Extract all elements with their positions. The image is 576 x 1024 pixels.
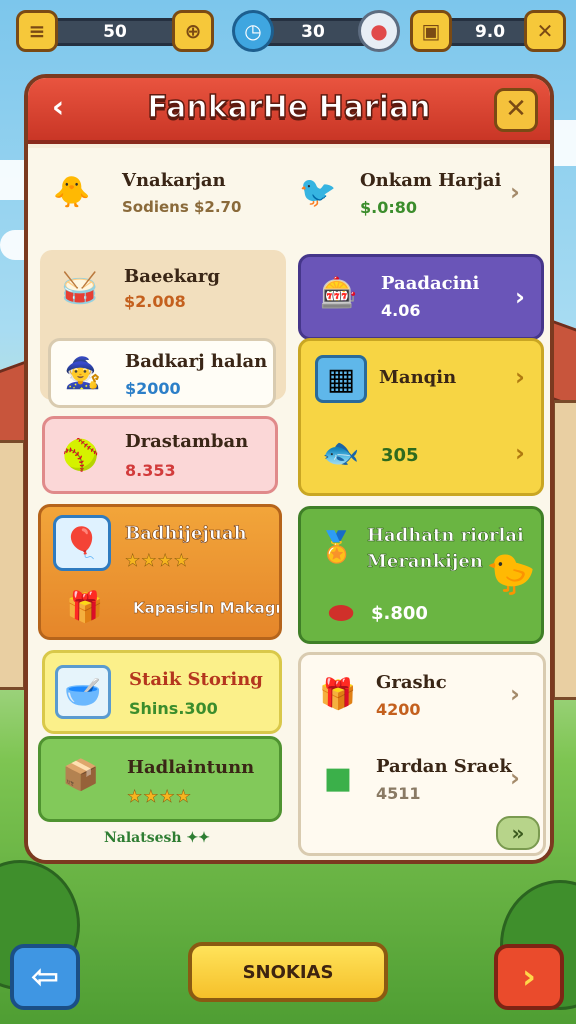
chevron-right-icon: › xyxy=(510,680,520,708)
chest-icon[interactable]: ▣ xyxy=(410,10,452,52)
item-price: 4.06 xyxy=(381,301,421,320)
rating-stars: ★★★★ xyxy=(125,551,190,572)
present-icon: 🎁 xyxy=(319,676,357,712)
panel-content: 🐥 Vnakarjan Sodiens $2.70 🐦 Onkam Harjai… xyxy=(28,148,550,860)
hat-icon: 🧙 xyxy=(64,355,102,391)
item-title: Hadhatn riorlai xyxy=(367,525,524,547)
item-price: Sodiens $2.70 xyxy=(122,198,242,216)
arrow-right-icon: › xyxy=(521,957,536,997)
footer-text: Nalatsesh ✦✦ xyxy=(104,830,210,846)
chevron-right-icon: › xyxy=(510,178,520,206)
item-title: Badhijejuah xyxy=(125,523,247,545)
item-price: $.0:80 xyxy=(360,198,418,217)
featured-offer-orange[interactable]: 🎈 Badhijejuah ★★★★ 🎁 Kapasisln Makagn xyxy=(38,504,282,640)
rating-stars: ★★★★ xyxy=(127,787,192,808)
item-price: 8.353 xyxy=(125,461,176,480)
gold-count: 9.0 xyxy=(474,22,506,42)
gift-icon: 🎁 xyxy=(66,589,104,625)
menu-icon[interactable]: ≡ xyxy=(16,10,58,52)
item-title: Hadlaintunn xyxy=(127,757,255,778)
pin-icon[interactable]: ● xyxy=(358,10,400,52)
center-action-label: SNOKIAS xyxy=(242,961,334,983)
item-title: Manqin xyxy=(379,367,457,388)
chevron-right-icon: › xyxy=(515,283,525,311)
list-item[interactable]: ▦ Manqin › 🐟 305 › xyxy=(298,338,544,496)
item-price: 4511 xyxy=(376,784,421,803)
close-icon[interactable]: ✕ xyxy=(524,10,566,52)
creature-icon: 🐟 xyxy=(322,435,360,471)
balloon-icon: 🎈 xyxy=(53,515,111,571)
machine-icon: 🎰 xyxy=(320,275,358,311)
list-item[interactable]: 🥣 Staik Storing Shins.300 xyxy=(42,650,282,734)
box-icon: ▦ xyxy=(315,355,367,403)
arrow-left-icon: ⇦ xyxy=(30,957,60,997)
chevron-right-icon: › xyxy=(515,363,525,391)
chevron-right-icon: › xyxy=(510,764,520,792)
featured-offer-green[interactable]: 🏅 Hadhatn riorlai Merankijen ⬬ $.800 🐤 xyxy=(298,506,544,644)
cube-icon: ■ xyxy=(323,760,353,796)
item-price: 305 xyxy=(381,445,419,466)
currency-hud: 50 ≡ ⊕ 30 ◷ ● 9.0 ▣ ✕ xyxy=(0,10,576,54)
bird-icon: 🐦 xyxy=(299,174,337,210)
list-item[interactable]: 🧙 Badkarj halan $2000 xyxy=(48,338,276,408)
list-item[interactable]: ■ Pardan Sraek 4511 › xyxy=(304,742,540,818)
badge-icon: 🏅 xyxy=(318,529,356,565)
item-price: Shins.300 xyxy=(129,699,218,718)
add-icon[interactable]: ⊕ xyxy=(172,10,214,52)
chevron-right-icon: › xyxy=(515,439,525,467)
crate-icon: 📦 xyxy=(62,757,100,793)
list-item[interactable]: 🥁 Baeekarg $2.008 xyxy=(48,256,274,320)
daily-panel: ‹ FankarHe Harian ✕ 🐥 Vnakarjan Sodiens … xyxy=(24,74,554,864)
panel-close-button[interactable]: ✕ xyxy=(494,88,538,132)
list-item[interactable]: 🐦 Onkam Harjai $.0:80 › xyxy=(288,154,538,228)
item-price: $.800 xyxy=(371,603,428,624)
item-title-line2: Merankijen xyxy=(367,551,483,573)
item-title: Baeekarg xyxy=(124,266,220,287)
item-title: Badkarj halan xyxy=(125,351,268,372)
more-button[interactable]: » xyxy=(496,816,540,850)
bowl-icon: 🥣 xyxy=(55,665,111,719)
item-title: Pardan Sraek xyxy=(376,756,512,777)
item-price: $2000 xyxy=(125,379,181,398)
item-title: Onkam Harjai xyxy=(360,170,502,191)
panel-header: ‹ FankarHe Harian ✕ xyxy=(28,78,550,144)
ball-icon: 🥎 xyxy=(62,437,100,473)
item-title: Vnakarjan xyxy=(122,170,226,191)
prev-button[interactable]: ⇦ xyxy=(10,944,80,1010)
coin-count: 50 xyxy=(103,22,127,42)
list-item[interactable]: 🐥 Vnakarjan Sodiens $2.70 xyxy=(36,154,280,228)
next-button[interactable]: › xyxy=(494,944,564,1010)
item-price: 4200 xyxy=(376,700,421,719)
list-item[interactable]: 🎰 Paadacini 4.06 › xyxy=(298,254,544,340)
back-button[interactable]: ‹ xyxy=(40,92,76,128)
item-title: Staik Storing xyxy=(129,669,263,690)
clock-icon[interactable]: ◷ xyxy=(232,10,274,52)
list-item[interactable]: 🥎 Drastamban 8.353 xyxy=(42,416,278,494)
list-item[interactable]: 📦 Hadlaintunn ★★★★ xyxy=(38,736,282,822)
item-title: Grashc xyxy=(376,672,447,693)
item-price: $2.008 xyxy=(124,292,186,311)
item-title: Drastamban xyxy=(125,431,249,452)
chick-icon: 🐥 xyxy=(53,174,91,210)
gem-count: 30 xyxy=(301,22,325,42)
item-title: Paadacini xyxy=(381,273,480,294)
panel-title: FankarHe Harian xyxy=(147,89,432,126)
center-action-button[interactable]: SNOKIAS xyxy=(188,942,388,1002)
list-item[interactable]: 🎁 Grashc 4200 › xyxy=(304,658,540,734)
item-subtitle: Kapasisln Makagn xyxy=(133,599,282,617)
drum-icon: 🥁 xyxy=(61,270,99,306)
mascot-icon: 🐤 xyxy=(486,550,536,597)
coin-counter: 50 xyxy=(40,18,190,46)
coin-icon: ⬬ xyxy=(328,595,354,631)
